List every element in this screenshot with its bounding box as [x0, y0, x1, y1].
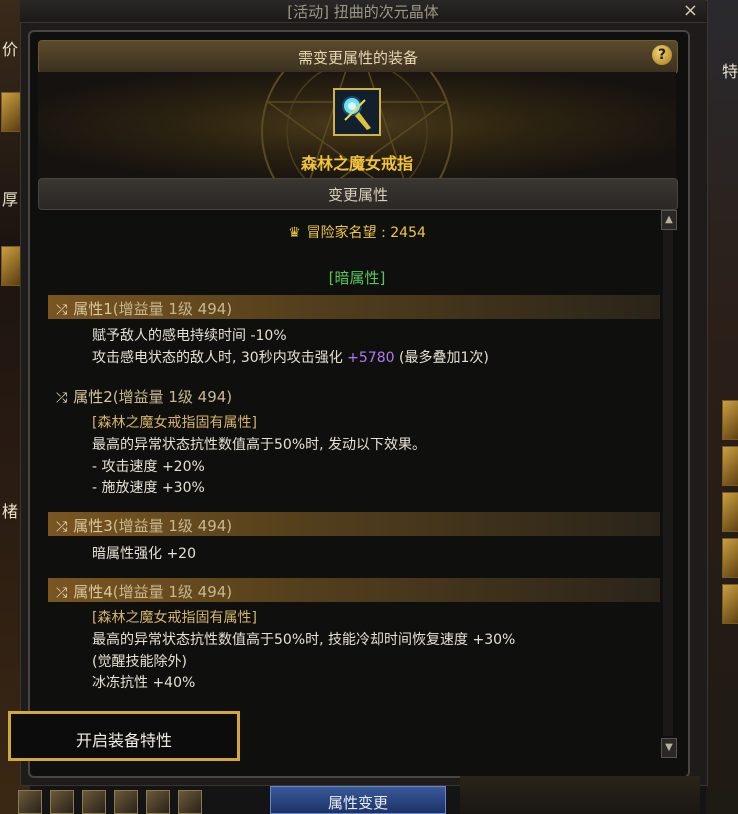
skill-hotbar-left — [18, 790, 210, 814]
attr-name: 属性2 — [73, 388, 113, 406]
ring-item-icon[interactable] — [333, 88, 381, 136]
attr-line: - 攻击速度 +20% — [92, 459, 205, 475]
side-item-slot-right[interactable] — [722, 446, 738, 486]
attr-line: - 施放速度 +30% — [92, 480, 205, 496]
attr-name: 属性4 — [73, 583, 113, 601]
change-attribute-button[interactable]: 属性变更 — [270, 786, 446, 814]
attr-line: 暗属性强化 +20 — [92, 546, 196, 562]
hotbar-slot[interactable] — [18, 790, 42, 814]
window-title: [活动] 扭曲的次元晶体 — [287, 3, 439, 21]
open-equip-traits-label: 开启装备特性 — [75, 731, 172, 750]
side-label-right: 特 — [722, 62, 738, 81]
attr-line: 赋予敌人的感电持续时间 -10% — [92, 328, 287, 344]
change-attr-header: 变更属性 — [38, 178, 678, 210]
change-attr-title: 变更属性 — [327, 186, 388, 204]
side-item-slot[interactable] — [1, 92, 21, 132]
attr-header-1[interactable]: ⤮ 属性1(增益量 1级 494) — [56, 298, 232, 319]
attr-line: [森林之魔女戒指固有属性] — [92, 610, 257, 626]
side-label: 价 — [2, 40, 19, 59]
attr-line: 最高的异常状态抗性数值高于50%时, 发动以下效果。 — [92, 437, 427, 453]
attr-highlight-value: +5780 — [347, 350, 395, 366]
side-item-slot-right[interactable] — [722, 492, 738, 532]
attr-meta: (增益量 1级 494) — [112, 300, 233, 318]
attr-line: [森林之魔女戒指固有属性] — [92, 415, 257, 431]
side-label: 厚 — [2, 190, 19, 209]
side-item-slot-right[interactable] — [722, 584, 738, 624]
scrollbar-track[interactable] — [663, 230, 673, 736]
attr-meta: (增益量 1级 494) — [112, 517, 233, 535]
attr-line: 攻击感电状态的敌人时, 30秒内攻击强化 +5780 (最多叠加1次) — [92, 347, 489, 367]
attr-name: 属性3 — [73, 517, 113, 535]
attr-line: 最高的异常状态抗性数值高于50%时, 技能冷却时间恢复速度 +30% — [92, 632, 516, 648]
attr-line-text: 攻击感电状态的敌人时, 30秒内攻击强化 — [92, 350, 348, 366]
side-item-slot-right[interactable] — [722, 538, 738, 578]
attr-line: 冰冻抗性 +40% — [92, 675, 196, 691]
help-icon[interactable]: ? — [652, 45, 672, 65]
adventurer-fame: ♛ 冒险家名望 : 2454 — [0, 222, 714, 242]
open-equip-traits-button[interactable]: 开启装备特性 — [8, 711, 240, 761]
skill-hotbar-right[interactable] — [460, 776, 700, 814]
attr-header-4[interactable]: ⤮ 属性4(增益量 1级 494) — [56, 581, 232, 602]
hotbar-slot[interactable] — [82, 790, 106, 814]
side-label: 楮 — [2, 502, 19, 521]
shuffle-icon: ⤮ — [56, 302, 68, 318]
shuffle-icon: ⤮ — [56, 585, 68, 601]
close-icon[interactable]: × — [683, 0, 698, 21]
fame-label: 冒险家名望 : 2454 — [306, 225, 426, 241]
shuffle-icon: ⤮ — [56, 519, 68, 535]
change-attribute-label: 属性变更 — [327, 794, 388, 812]
equip-header-title: 需变更属性的装备 — [297, 49, 418, 67]
attr-header-2[interactable]: ⤮ 属性2(增益量 1级 494) — [56, 386, 232, 407]
attr-line: (觉醒技能除外) — [92, 654, 187, 670]
crown-icon: ♛ — [288, 225, 301, 241]
title-bar[interactable]: [活动] 扭曲的次元晶体 × — [20, 0, 706, 23]
attr-line-tail: (最多叠加1次) — [394, 350, 489, 366]
element-type: [暗属性] — [328, 269, 386, 287]
item-name: 森林之魔女戒指 — [300, 154, 413, 173]
hotbar-slot[interactable] — [50, 790, 74, 814]
side-item-slot-right[interactable] — [722, 400, 738, 440]
scroll-down-button[interactable]: ▼ — [661, 738, 677, 758]
shuffle-icon: ⤮ — [56, 390, 68, 406]
equip-header: 需变更属性的装备 — [38, 40, 678, 74]
attr-name: 属性1 — [73, 300, 113, 318]
hotbar-slot[interactable] — [146, 790, 170, 814]
hotbar-slot[interactable] — [178, 790, 202, 814]
attr-meta: (增益量 1级 494) — [112, 583, 233, 601]
attr-meta: (增益量 1级 494) — [112, 388, 233, 406]
attr-header-3[interactable]: ⤮ 属性3(增益量 1级 494) — [56, 515, 232, 536]
hotbar-slot[interactable] — [114, 790, 138, 814]
